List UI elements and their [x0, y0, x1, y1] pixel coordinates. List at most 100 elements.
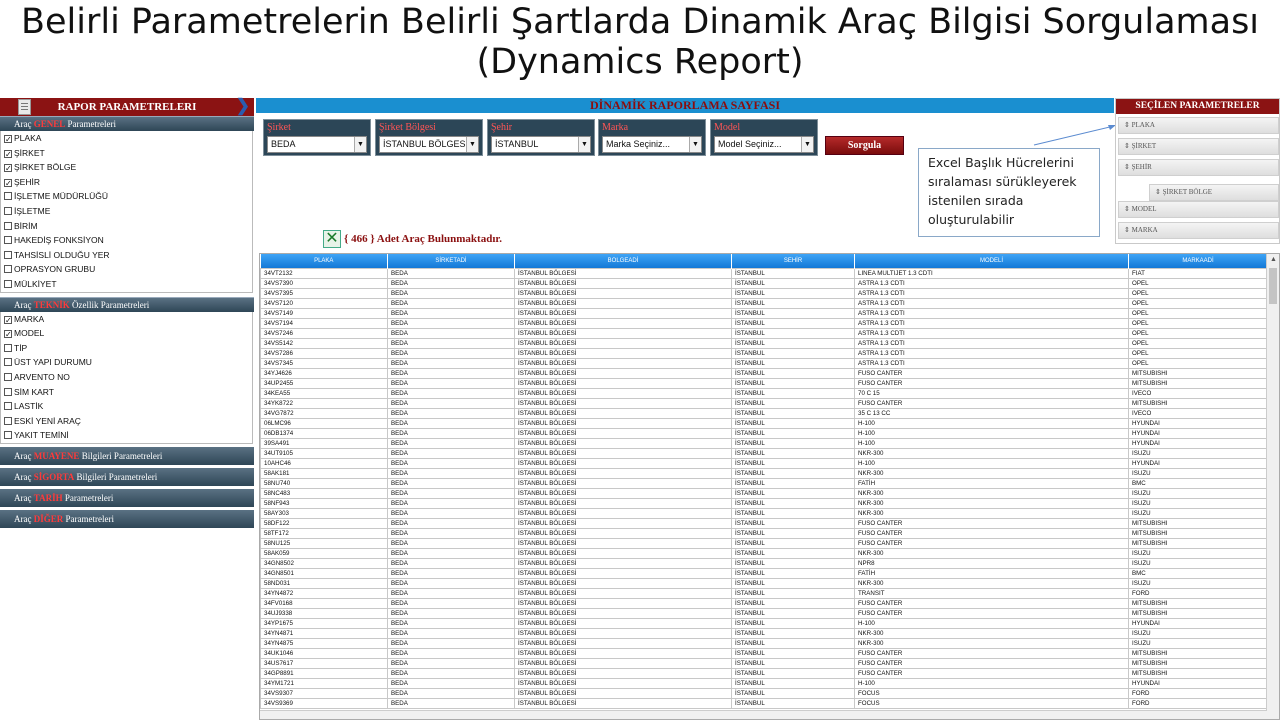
checkbox-icon[interactable] [4, 236, 12, 245]
table-row[interactable]: 34VS7194 BEDA İSTANBUL BÖLGESİ İSTANBUL ASTR… [260, 317, 1268, 329]
table-row[interactable]: 34VS9307 BEDA İSTANBUL BÖLGESİ İSTANBUL FOCU… [260, 687, 1268, 699]
collapsed-section-header[interactable]: Araç MUAYENE Bilgileri Parametreleri [0, 446, 254, 465]
table-row[interactable]: 34YP1675 BEDA İSTANBUL BÖLGESİ İSTANBUL H-10… [260, 617, 1268, 629]
table-row[interactable]: 34VT2132 BEDA İSTANBUL BÖLGESİ İSTANBUL LINE… [260, 267, 1268, 279]
table-row[interactable]: 10AHC46 BEDA İSTANBUL BÖLGESİ İSTANBUL H-100… [260, 457, 1268, 469]
checkbox-icon[interactable] [4, 358, 12, 367]
chevron-down-icon[interactable]: ▼ [354, 137, 366, 152]
table-row[interactable]: 06LMC96 BEDA İSTANBUL BÖLGESİ İSTANBUL H-100… [260, 417, 1268, 429]
table-row[interactable]: 34VS7345 BEDA İSTANBUL BÖLGESİ İSTANBUL ASTR… [260, 357, 1268, 369]
chevron-right-icon[interactable]: ❯ [236, 97, 250, 115]
table-row[interactable]: 58NU125 BEDA İSTANBUL BÖLGESİ İSTANBUL FUSO … [260, 537, 1268, 549]
parameter-checkbox-item[interactable]: LASTİK [1, 399, 252, 414]
checkbox-icon[interactable] [4, 192, 12, 201]
selected-parameter-chip[interactable]: ⇕ ŞİRKET [1118, 138, 1279, 155]
table-row[interactable]: 34KEA55 BEDA İSTANBUL BÖLGESİ İSTANBUL 70 C … [260, 387, 1268, 399]
drag-handle-icon[interactable]: ⇕ [1124, 142, 1132, 150]
table-row[interactable]: 34VS7286 BEDA İSTANBUL BÖLGESİ İSTANBUL ASTR… [260, 347, 1268, 359]
checkbox-icon[interactable] [4, 250, 12, 259]
table-row[interactable]: 34YN4871 BEDA İSTANBUL BÖLGESİ İSTANBUL NKR-… [260, 627, 1268, 639]
checkbox-icon[interactable] [4, 265, 12, 274]
collapsed-section-header[interactable]: Araç DİĞER Parametreleri [0, 509, 254, 528]
parameter-checkbox-item[interactable]: HAKEDİŞ FONKSİYON [1, 233, 252, 248]
table-row[interactable]: 34UJ9338 BEDA İSTANBUL BÖLGESİ İSTANBUL FUSO… [260, 607, 1268, 619]
table-row[interactable]: 34VS7390 BEDA İSTANBUL BÖLGESİ İSTANBUL ASTR… [260, 277, 1268, 289]
checkbox-icon[interactable] [4, 431, 12, 440]
chevron-down-icon[interactable]: ▼ [801, 137, 813, 152]
parameter-checkbox-item[interactable]: ✓ MODEL [1, 326, 252, 341]
checkbox-icon[interactable] [4, 206, 12, 215]
column-header[interactable]: PLAKA [260, 254, 388, 268]
parameter-checkbox-item[interactable]: ✓ ŞİRKET [1, 146, 252, 161]
chevron-down-icon[interactable]: ▼ [689, 137, 701, 152]
filter-select[interactable]: Marka Seçiniz... ▼ [602, 136, 702, 153]
parameter-checkbox-item[interactable]: ✓ ŞEHİR [1, 175, 252, 190]
selected-parameter-chip[interactable]: ⇕ ŞEHİR [1118, 159, 1279, 176]
table-row[interactable]: 34GN8502 BEDA İSTANBUL BÖLGESİ İSTANBUL NPR8… [260, 557, 1268, 569]
collapsed-section-header[interactable]: Araç TARİH Parametreleri [0, 488, 254, 507]
drag-handle-icon[interactable]: ⇕ [1124, 163, 1132, 171]
table-row[interactable]: 34VS7149 BEDA İSTANBUL BÖLGESİ İSTANBUL ASTR… [260, 307, 1268, 319]
drag-handle-icon[interactable]: ⇕ [1124, 121, 1132, 129]
table-row[interactable]: 58DF122 BEDA İSTANBUL BÖLGESİ İSTANBUL FUSO … [260, 517, 1268, 529]
parameter-checkbox-item[interactable]: TİP [1, 341, 252, 356]
scroll-up-icon[interactable]: ▲ [1270, 256, 1277, 263]
checkbox-icon[interactable] [4, 402, 12, 411]
table-row[interactable]: 34YM1721 BEDA İSTANBUL BÖLGESİ İSTANBUL H-10… [260, 677, 1268, 689]
column-header[interactable]: BOLGEADİ [514, 254, 732, 268]
table-row[interactable]: 34VS7395 BEDA İSTANBUL BÖLGESİ İSTANBUL ASTR… [260, 287, 1268, 299]
column-header[interactable]: MODELİ [854, 254, 1129, 268]
horizontal-scrollbar[interactable] [260, 710, 1267, 719]
table-row[interactable]: 58ND031 BEDA İSTANBUL BÖLGESİ İSTANBUL NKR-3… [260, 577, 1268, 589]
table-row[interactable]: 58AY303 BEDA İSTANBUL BÖLGESİ İSTANBUL NKR-3… [260, 507, 1268, 519]
checked-checkbox-icon[interactable]: ✓ [4, 135, 12, 144]
filter-select[interactable]: İSTANBUL ▼ [491, 136, 591, 153]
drag-handle-icon[interactable]: ⇕ [1124, 226, 1132, 234]
checked-checkbox-icon[interactable]: ✓ [4, 178, 12, 187]
filter-select[interactable]: BEDA ▼ [267, 136, 367, 153]
checked-checkbox-icon[interactable]: ✓ [4, 315, 12, 324]
checkbox-icon[interactable] [4, 372, 12, 381]
parameter-checkbox-item[interactable]: ✓ PLAKA [1, 131, 252, 146]
column-header[interactable]: SİRKETADİ [387, 254, 515, 268]
column-header[interactable]: SEHİR [731, 254, 855, 268]
table-row[interactable]: 34YN4872 BEDA İSTANBUL BÖLGESİ İSTANBUL TRAN… [260, 587, 1268, 599]
column-header[interactable]: MARKAADİ [1128, 254, 1268, 268]
filter-select[interactable]: İSTANBUL BÖLGESİ ▼ [379, 136, 479, 153]
parameter-checkbox-item[interactable]: OPRASYON GRUBU [1, 262, 252, 277]
drag-handle-icon[interactable]: ⇕ [1124, 205, 1132, 213]
drag-handle-icon[interactable]: ⇕ [1155, 188, 1163, 196]
table-row[interactable]: 34YJ4626 BEDA İSTANBUL BÖLGESİ İSTANBUL FUSO… [260, 367, 1268, 379]
table-row[interactable]: 06DB1374 BEDA İSTANBUL BÖLGESİ İSTANBUL H-10… [260, 427, 1268, 439]
table-row[interactable]: 58AK059 BEDA İSTANBUL BÖLGESİ İSTANBUL NKR-3… [260, 547, 1268, 559]
parameter-checkbox-item[interactable]: İŞLETME MÜDÜRLÜĞÜ [1, 189, 252, 204]
parameter-checkbox-item[interactable]: MÜLKİYET [1, 277, 252, 292]
table-row[interactable]: 58NF943 BEDA İSTANBUL BÖLGESİ İSTANBUL NKR-3… [260, 497, 1268, 509]
parameter-checkbox-item[interactable]: ✓ ŞİRKET BÖLGE [1, 160, 252, 175]
excel-export-icon[interactable]: ✕ [323, 230, 341, 248]
parameter-checkbox-item[interactable]: TAHSİSLİ OLDUĞU YER [1, 248, 252, 263]
table-row[interactable]: 34VS5142 BEDA İSTANBUL BÖLGESİ İSTANBUL ASTR… [260, 337, 1268, 349]
section-header[interactable]: Araç TEKNİK Özellik Parametreleri [0, 296, 254, 312]
table-row[interactable]: 34VS7120 BEDA İSTANBUL BÖLGESİ İSTANBUL ASTR… [260, 297, 1268, 309]
checkbox-icon[interactable] [4, 387, 12, 396]
table-row[interactable]: 34GP8891 BEDA İSTANBUL BÖLGESİ İSTANBUL FUSO… [260, 667, 1268, 679]
parameter-checkbox-item[interactable]: BİRİM [1, 219, 252, 234]
parameter-checkbox-item[interactable]: YAKIT TEMİNİ [1, 428, 252, 443]
checkbox-icon[interactable] [4, 279, 12, 288]
parameter-checkbox-item[interactable]: ARVENTO NO [1, 370, 252, 385]
table-row[interactable]: 58AK181 BEDA İSTANBUL BÖLGESİ İSTANBUL NKR-3… [260, 467, 1268, 479]
checked-checkbox-icon[interactable]: ✓ [4, 164, 12, 173]
table-row[interactable]: 34VS7246 BEDA İSTANBUL BÖLGESİ İSTANBUL ASTR… [260, 327, 1268, 339]
parameter-checkbox-item[interactable]: ESKİ YENİ ARAÇ [1, 414, 252, 429]
parameter-checkbox-item[interactable]: ÜST YAPI DURUMU [1, 355, 252, 370]
checked-checkbox-icon[interactable]: ✓ [4, 330, 12, 339]
table-row[interactable]: 34GN8501 BEDA İSTANBUL BÖLGESİ İSTANBUL FATİ… [260, 567, 1268, 579]
parameter-checkbox-item[interactable]: İŞLETME [1, 204, 252, 219]
query-button[interactable]: Sorgula [825, 136, 904, 155]
table-row[interactable]: 58NU740 BEDA İSTANBUL BÖLGESİ İSTANBUL FATİH… [260, 477, 1268, 489]
checkbox-icon[interactable] [4, 343, 12, 352]
table-row[interactable]: 34VG7872 BEDA İSTANBUL BÖLGESİ İSTANBUL 35 C… [260, 407, 1268, 419]
parameter-checkbox-item[interactable]: SİM KART [1, 385, 252, 400]
table-row[interactable]: 58NC483 BEDA İSTANBUL BÖLGESİ İSTANBUL NKR-3… [260, 487, 1268, 499]
